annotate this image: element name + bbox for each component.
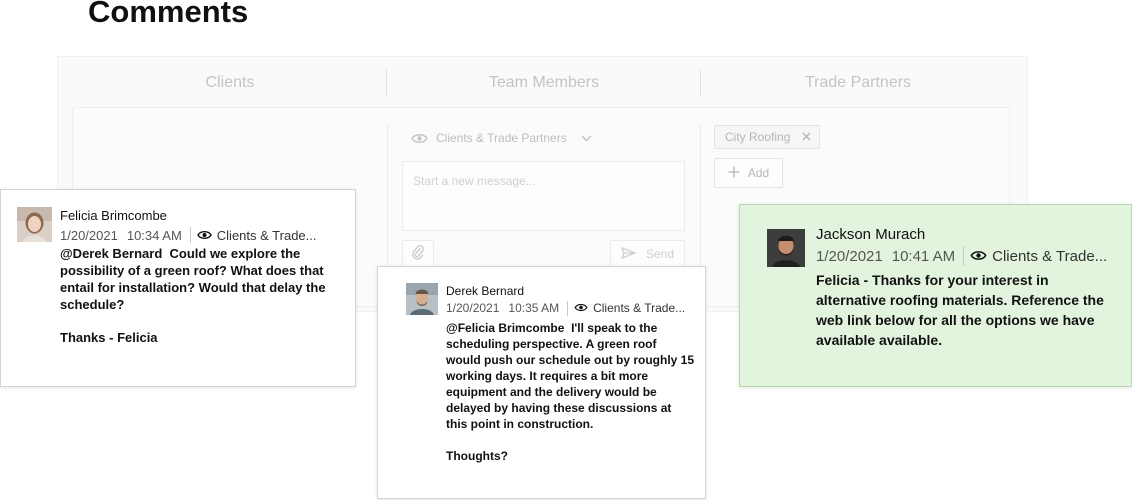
visibility-label: Clients & Trade Partners [436,131,567,145]
comment-date: 1/20/2021 [446,301,500,315]
comment-signoff: Thoughts? [446,449,508,463]
audience-label: Clients & Trade... [216,227,317,243]
close-icon[interactable] [802,130,811,144]
comment-body: Felicia - Thanks for your interest in al… [816,272,1104,348]
attach-button[interactable] [402,240,434,268]
visibility-dropdown[interactable]: Clients & Trade Partners [411,131,592,145]
message-input[interactable] [403,162,684,200]
comment-meta: 1/20/2021 10:34 AM Clients & Trade... [60,226,317,244]
avatar [406,283,438,315]
eye-icon [970,248,987,265]
comment-author: Jackson Murach [816,226,926,243]
trade-partner-chip: City Roofing [714,125,821,149]
chip-label: City Roofing [725,130,791,144]
tab-team-members[interactable]: Team Members [387,67,701,99]
column-divider [700,124,701,284]
comment-audience[interactable]: Clients & Trade... [574,301,685,315]
comment-mention[interactable]: @Felicia Brimcombe [446,321,564,335]
comment-time: 10:34 AM [126,227,182,243]
comment-time: 10:41 AM [891,247,956,265]
send-label: Send [645,247,675,261]
avatar [17,207,52,242]
comment-meta: 1/20/2021 10:35 AM Clients & Trade... [446,300,685,316]
comment-body: @Derek Bernard Could we explore the poss… [60,245,340,346]
comment-date: 1/20/2021 [60,227,118,243]
tab-trade-partners[interactable]: Trade Partners [701,67,1015,99]
send-button[interactable]: Send [610,240,685,268]
avatar [767,229,805,267]
audience-label: Clients & Trade... [593,301,686,315]
comment-text: I'll speak to the scheduling perspective… [446,321,695,431]
eye-icon [196,228,212,243]
comment-author: Derek Bernard [446,284,525,298]
add-trade-partner-button[interactable]: Add [714,158,783,188]
comment-time: 10:35 AM [508,301,560,315]
paperclip-icon [412,244,424,265]
comment-date: 1/20/2021 [816,247,883,265]
plus-icon [728,166,740,181]
add-label: Add [747,166,770,180]
send-icon [620,246,637,262]
meta-divider [963,246,965,266]
comment-body: @Felicia Brimcombe I'll speak to the sch… [446,320,694,464]
comment-mention[interactable]: @Derek Bernard [60,246,162,261]
eye-icon [574,301,588,315]
tab-clients[interactable]: Clients [73,67,387,99]
comment-signoff: Thanks - Felicia [60,330,158,345]
page-title: Comments [88,0,249,29]
audience-label: Clients & Trade... [992,247,1108,265]
meta-divider [567,300,569,316]
comment-meta: 1/20/2021 10:41 AM Clients & Trade... [816,246,1107,266]
comment-author: Felicia Brimcombe [60,208,167,223]
chevron-down-icon [581,135,592,142]
eye-icon [411,133,428,144]
comment-card: Derek Bernard 1/20/2021 10:35 AM Clients… [377,266,706,499]
comment-audience[interactable]: Clients & Trade... [196,227,317,243]
comment-card: Felicia Brimcombe 1/20/2021 10:34 AM Cli… [0,189,356,387]
comment-audience[interactable]: Clients & Trade... [970,248,1107,265]
column-divider [387,124,388,284]
message-box [402,161,685,231]
comment-card-highlighted: Jackson Murach 1/20/2021 10:41 AM Client… [739,204,1132,387]
meta-divider [189,227,191,243]
